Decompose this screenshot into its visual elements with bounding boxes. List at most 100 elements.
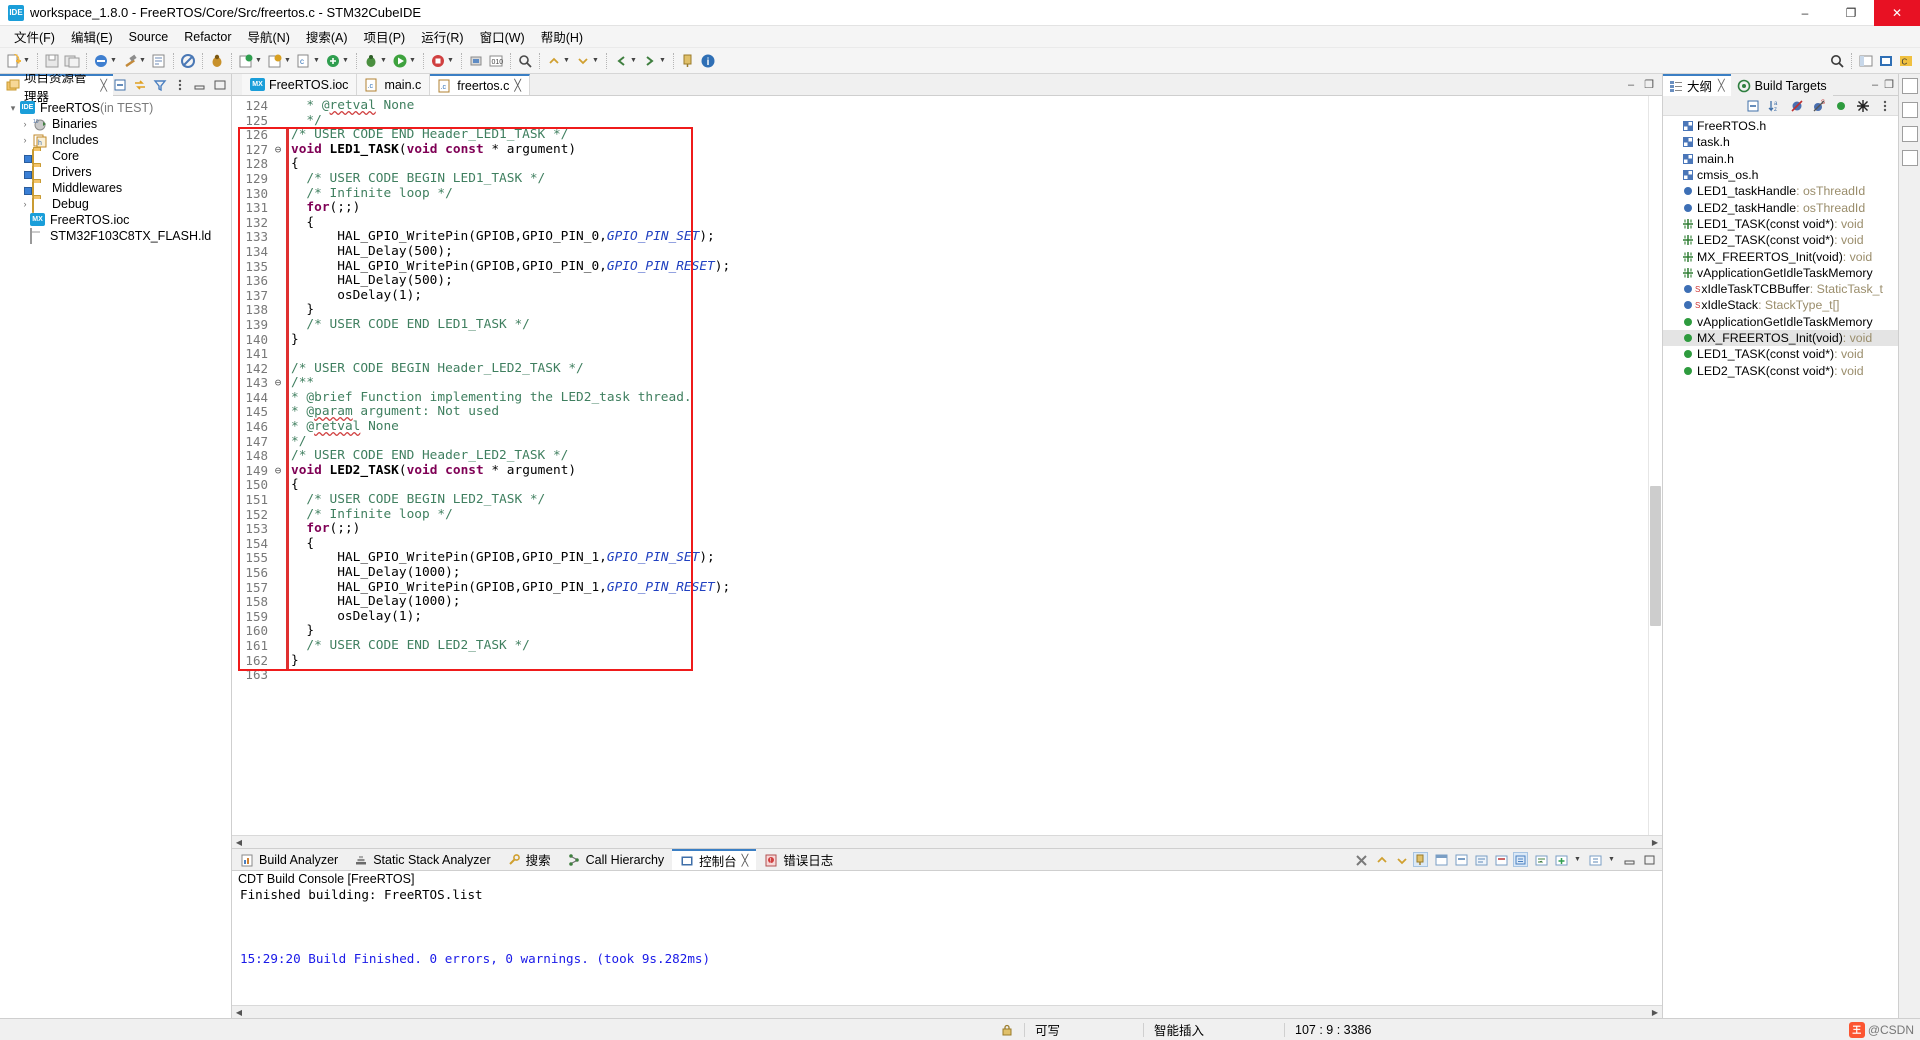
filter-icon[interactable] — [153, 78, 167, 92]
view-menu-icon[interactable] — [1878, 99, 1892, 113]
code-line[interactable]: } — [291, 333, 1648, 348]
chevron-right-icon[interactable]: › — [18, 119, 32, 129]
maximize-editor-icon[interactable]: ❐ — [1644, 78, 1654, 91]
properties-view-icon[interactable] — [1902, 150, 1918, 166]
back-dropdown-icon[interactable]: ▼ — [629, 53, 638, 69]
save-button[interactable] — [42, 50, 62, 72]
fold-marker[interactable] — [272, 405, 284, 420]
open-console-icon[interactable] — [1473, 852, 1488, 867]
debug-button[interactable]: ▼ — [361, 50, 390, 72]
sort-icon[interactable]: az — [1768, 99, 1782, 113]
tasks-view-icon[interactable] — [1902, 126, 1918, 142]
minimize-console-icon[interactable] — [1621, 852, 1636, 867]
open-perspective-button[interactable] — [1856, 50, 1876, 72]
perspective-cpp-button[interactable]: C — [1896, 50, 1916, 72]
outline-item[interactable]: MX_FREERTOS_Init(void) : void — [1663, 330, 1898, 346]
collapse-all-icon[interactable] — [113, 78, 127, 92]
fold-marker[interactable] — [272, 230, 284, 245]
clean-button[interactable] — [178, 50, 198, 72]
code-line[interactable]: /* Infinite loop */ — [291, 187, 1648, 202]
outline-item[interactable]: vApplicationGetIdleTaskMemory — [1663, 265, 1898, 281]
code-line[interactable]: void LED2_TASK(void const * argument) — [291, 464, 1648, 479]
console-horizontal-scrollbar[interactable]: ◀ ▶ — [232, 1005, 1662, 1018]
maximize-view-icon[interactable]: ❐ — [1884, 78, 1894, 91]
outline-item[interactable]: task.h — [1663, 134, 1898, 150]
code-line[interactable] — [291, 347, 1648, 362]
editor-overview-ruler[interactable] — [1648, 96, 1662, 835]
maximize-console-icon[interactable] — [1641, 852, 1656, 867]
build-configurations-button[interactable] — [149, 50, 169, 72]
outline-item[interactable]: LED2_taskHandle : osThreadId — [1663, 199, 1898, 215]
outline-item[interactable]: FreeRTOS.h — [1663, 118, 1898, 134]
minimize-editor-icon[interactable]: – — [1628, 79, 1634, 91]
code-line[interactable]: osDelay(1); — [291, 289, 1648, 304]
fold-marker[interactable] — [272, 566, 284, 581]
next-annotation-dropdown-icon[interactable]: ▼ — [591, 53, 600, 69]
fold-marker[interactable] — [272, 435, 284, 450]
fold-marker[interactable] — [272, 303, 284, 318]
fold-marker[interactable] — [272, 260, 284, 275]
new-console-icon[interactable] — [1553, 852, 1568, 867]
tree-item-core[interactable]: › Core — [0, 148, 231, 164]
new-console-view-icon[interactable] — [1433, 852, 1448, 867]
debug-dropdown-icon[interactable]: ▼ — [379, 53, 388, 69]
tree-item-freertos-project[interactable]: ▾ IDE FreeRTOS (in TEST) — [0, 100, 231, 116]
hide-macros-icon[interactable] — [1856, 99, 1870, 113]
binary-view-button[interactable]: 010 — [486, 50, 506, 72]
close-icon[interactable]: ╳ — [1718, 79, 1725, 92]
menu-item-project[interactable]: 项目(P) — [356, 25, 414, 48]
scroll-left-icon[interactable]: ◀ — [232, 1008, 246, 1017]
menu-item-help[interactable]: 帮助(H) — [533, 25, 591, 48]
open-element-button[interactable]: ▼ — [236, 50, 265, 72]
outline-item[interactable]: LED1_TASK(const void*) : void — [1663, 216, 1898, 232]
code-line[interactable]: /* USER CODE END Header_LED2_TASK */ — [291, 449, 1648, 464]
fold-marker[interactable] — [272, 347, 284, 362]
editor-tab-freertos-c[interactable]: .c freertos.c ╳ — [430, 74, 530, 95]
tab-build-analyzer[interactable]: Build Analyzer — [232, 849, 346, 870]
folding-ruler[interactable]: ⊖⊖⊖ — [272, 96, 284, 835]
outline-item[interactable]: LED1_TASK(const void*) : void — [1663, 346, 1898, 362]
outline-item[interactable]: SxIdleStack : StackType_t[] — [1663, 297, 1898, 313]
open-type-dropdown-icon[interactable]: ▼ — [283, 53, 292, 69]
fold-marker[interactable]: ⊖ — [272, 376, 284, 391]
forward-dropdown-icon[interactable]: ▼ — [658, 53, 667, 69]
console-view-menu-icon[interactable] — [1587, 852, 1602, 867]
code-line[interactable]: } — [291, 654, 1648, 669]
code-line[interactable]: { — [291, 216, 1648, 231]
tree-item-includes[interactable]: › h Includes — [0, 132, 231, 148]
stop-button[interactable]: ▼ — [428, 50, 457, 72]
new-class-button[interactable]: ▼ — [323, 50, 352, 72]
code-line[interactable]: HAL_GPIO_WritePin(GPIOB,GPIO_PIN_0,GPIO_… — [291, 230, 1648, 245]
code-line[interactable]: { — [291, 157, 1648, 172]
tree-item-binaries[interactable]: › 10 Binaries — [0, 116, 231, 132]
code-line[interactable]: } — [291, 624, 1648, 639]
code-line[interactable]: /* USER CODE BEGIN Header_LED2_TASK */ — [291, 362, 1648, 377]
outline-item[interactable]: SxIdleTaskTCBBuffer : StaticTask_t — [1663, 281, 1898, 297]
code-line[interactable]: /* Infinite loop */ — [291, 508, 1648, 523]
word-wrap-icon[interactable] — [1533, 852, 1548, 867]
project-tree[interactable]: ▾ IDE FreeRTOS (in TEST) › 10 Binaries ›… — [0, 96, 231, 1018]
code-line[interactable]: * @param argument: Not used — [291, 405, 1648, 420]
fold-marker[interactable] — [272, 362, 284, 377]
run-dropdown-icon[interactable]: ▼ — [408, 53, 417, 69]
view-menu-icon[interactable] — [173, 78, 187, 92]
build-all-dropdown-icon[interactable]: ▼ — [109, 53, 118, 69]
tab-static-stack-analyzer[interactable]: Static Stack Analyzer — [346, 849, 498, 870]
tab-call-hierarchy[interactable]: Call Hierarchy — [559, 849, 673, 870]
scroll-right-icon[interactable]: ▶ — [1648, 1008, 1662, 1017]
fold-marker[interactable] — [272, 201, 284, 216]
source-code-text[interactable]: * @retval None *//* USER CODE END Header… — [291, 96, 1648, 835]
code-line[interactable]: HAL_Delay(1000); — [291, 566, 1648, 581]
perspective-device-button[interactable] — [1876, 50, 1896, 72]
code-line[interactable]: */ — [291, 114, 1648, 129]
new-file-dropdown-icon[interactable]: ▼ — [22, 53, 31, 69]
outline-item[interactable]: main.h — [1663, 151, 1898, 167]
code-line[interactable]: /* USER CODE BEGIN LED1_TASK */ — [291, 172, 1648, 187]
scroll-left-icon[interactable]: ◀ — [232, 838, 246, 847]
fold-marker[interactable] — [272, 318, 284, 333]
fold-marker[interactable] — [272, 333, 284, 348]
clear-console-icon[interactable] — [1493, 852, 1508, 867]
tree-item-drivers[interactable]: › Drivers — [0, 164, 231, 180]
new-c-file-dropdown-icon[interactable]: ▼ — [312, 53, 321, 69]
code-line[interactable]: HAL_GPIO_WritePin(GPIOB,GPIO_PIN_1,GPIO_… — [291, 581, 1648, 596]
